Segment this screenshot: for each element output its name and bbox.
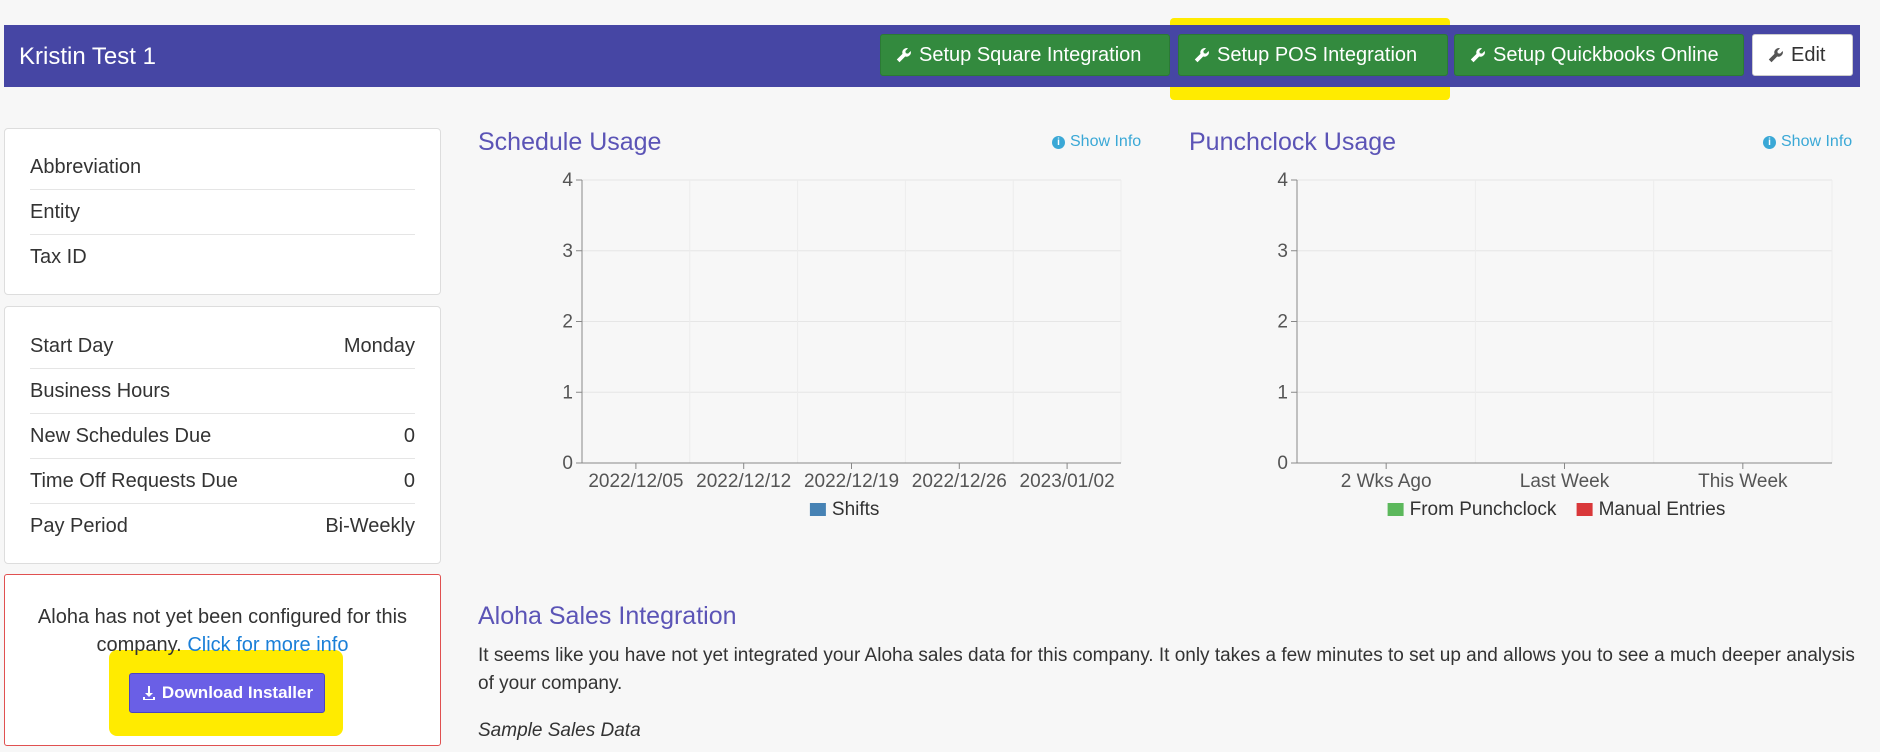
y-tick-label: 0 (562, 453, 573, 474)
settings-row-start-day: Start Day Monday (30, 324, 415, 369)
punchclock-usage-chart: 0 1 2 3 4 2 Wks Ago Last Week This Week From Pun… (1277, 170, 1833, 520)
y-tick-label: 4 (1277, 170, 1288, 191)
setup-square-button[interactable]: Setup Square Integration (880, 34, 1170, 76)
header-bar: Kristin Test 1 Setup Square Integration … (4, 25, 1860, 87)
wrench-icon (896, 48, 911, 63)
punchclock-usage-title: Punchclock Usage (1189, 128, 1397, 156)
settings-row-new-schedules-due: New Schedules Due 0 (30, 414, 415, 459)
settings-row-time-off-due: Time Off Requests Due 0 (30, 459, 415, 504)
schedule-show-info-link[interactable]: i Show Info (1052, 133, 1141, 151)
sample-sales-heading: Sample Sales Data (478, 720, 641, 741)
x-tick-label: Last Week (1520, 471, 1610, 492)
row-label: New Schedules Due (30, 424, 212, 447)
company-info-panel: Abbreviation Entity Tax ID (4, 128, 441, 295)
x-tick-label: 2022/12/26 (912, 471, 1007, 492)
alert-line1: Aloha has not yet been configured for th… (37, 606, 408, 628)
alert-text: Aloha has not yet been configured for th… (5, 603, 440, 659)
punchclock-show-info-link[interactable]: i Show Info (1763, 133, 1852, 151)
y-tick-label: 0 (1277, 453, 1288, 474)
edit-button[interactable]: Edit (1752, 34, 1853, 76)
setup-square-label: Setup Square Integration (919, 43, 1142, 66)
y-tick-label: 1 (562, 382, 573, 403)
setup-pos-button[interactable]: Setup POS Integration (1178, 34, 1448, 76)
schedule-usage-title: Schedule Usage (478, 128, 662, 156)
x-tick-label: This Week (1698, 471, 1788, 492)
wrench-icon (1470, 48, 1485, 63)
y-tick-label: 2 (562, 312, 573, 333)
info-row-tax-id: Tax ID (30, 235, 415, 279)
info-icon: i (1052, 135, 1065, 149)
aloha-section-title: Aloha Sales Integration (478, 602, 737, 630)
x-tick-label: 2 Wks Ago (1341, 471, 1432, 492)
y-tick-label: 3 (1277, 241, 1288, 262)
aloha-alert-panel: Aloha has not yet been configured for th… (4, 574, 441, 746)
settings-row-business-hours: Business Hours (30, 369, 415, 414)
y-tick-label: 3 (562, 241, 573, 262)
row-value: Monday (343, 334, 415, 357)
company-title: Kristin Test 1 (19, 43, 156, 70)
setup-quickbooks-button[interactable]: Setup Quickbooks Online (1454, 34, 1744, 76)
row-value: 0 (403, 469, 415, 492)
wrench-icon (1768, 48, 1783, 63)
x-tick-label: 2022/12/12 (696, 471, 791, 492)
setup-pos-label: Setup POS Integration (1217, 43, 1418, 66)
show-info-label: Show Info (1070, 133, 1142, 150)
legend-swatch (1576, 503, 1593, 516)
x-tick-label: 2022/12/05 (588, 471, 683, 492)
more-info-link[interactable]: Click for more info (187, 634, 348, 656)
setup-quickbooks-label: Setup Quickbooks Online (1493, 43, 1719, 66)
row-label: Abbreviation (30, 155, 142, 178)
y-tick-label: 4 (562, 170, 573, 191)
info-row-entity: Entity (30, 190, 415, 235)
row-label: Entity (30, 200, 81, 223)
legend-swatch (1387, 503, 1404, 516)
schedule-usage-chart: 0 1 2 3 4 2022/12/05 2022/12/12 2022/12/19 2022/… (562, 170, 1122, 520)
legend-label: Manual Entries (1599, 499, 1726, 520)
schedule-settings-panel: Start Day Monday Business Hours New Sched… (4, 306, 441, 564)
x-tick-label: 2023/01/02 (1020, 471, 1115, 492)
legend-swatch (809, 503, 826, 516)
aloha-description: It seems like you have not yet integrate… (478, 645, 1855, 694)
x-tick-label: 2022/12/19 (804, 471, 899, 492)
download-installer-label: Download Installer (161, 683, 314, 702)
row-value: Bi-Weekly (325, 514, 415, 537)
alert-line2: company. (96, 634, 182, 656)
row-label: Start Day (30, 334, 114, 357)
row-value: 0 (403, 424, 415, 447)
legend-label: From Punchclock (1410, 499, 1557, 520)
download-installer-button[interactable]: Download Installer (129, 673, 325, 713)
info-icon: i (1763, 135, 1776, 149)
settings-row-pay-period: Pay Period Bi-Weekly (30, 504, 415, 548)
wrench-icon (1194, 48, 1209, 63)
y-tick-label: 1 (1277, 382, 1288, 403)
row-label: Tax ID (30, 245, 87, 268)
y-tick-label: 2 (1277, 312, 1288, 333)
info-row-abbreviation: Abbreviation (30, 145, 415, 190)
edit-label: Edit (1791, 43, 1826, 66)
legend-label: Shifts (832, 499, 880, 520)
row-label: Time Off Requests Due (30, 469, 238, 492)
row-label: Pay Period (30, 514, 128, 537)
show-info-label: Show Info (1781, 133, 1853, 150)
download-icon (142, 686, 155, 700)
row-label: Business Hours (30, 379, 171, 402)
